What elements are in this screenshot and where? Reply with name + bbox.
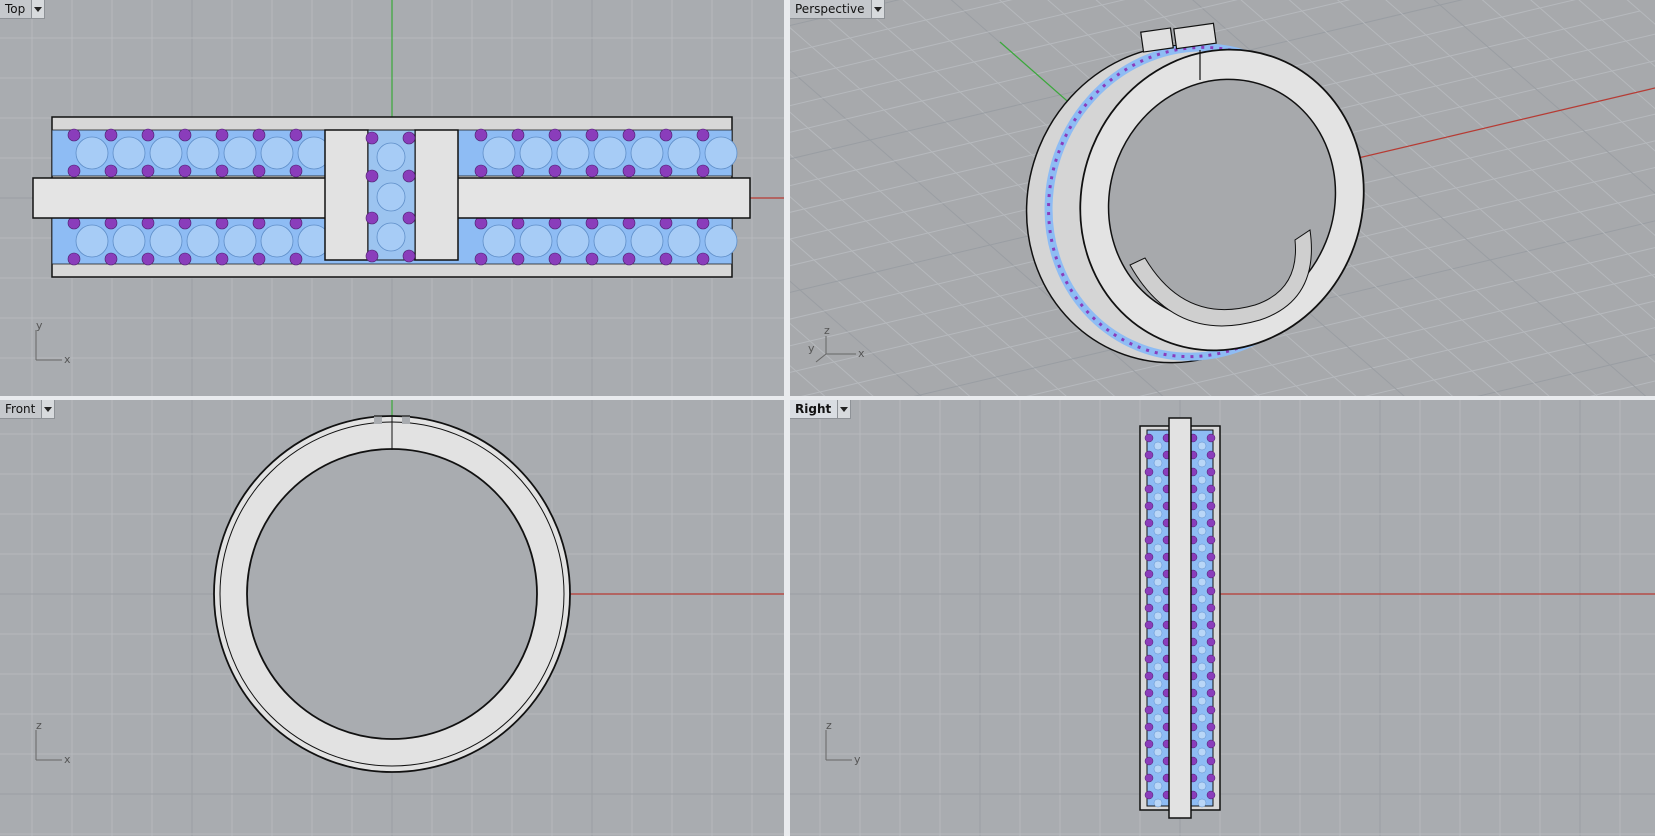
axis-label-v: z: [826, 719, 832, 732]
viewport-tab-right[interactable]: Right: [790, 400, 852, 419]
chevron-down-icon[interactable]: [31, 0, 45, 18]
ring-right-view[interactable]: [1139, 417, 1221, 819]
axis-label-3: y: [808, 342, 815, 355]
construction-grid: [790, 400, 1655, 836]
viewport-scene[interactable]: [0, 0, 784, 396]
ring-top-view[interactable]: [32, 116, 751, 278]
viewport-scene[interactable]: [790, 400, 1655, 836]
viewport-title: Perspective: [795, 2, 865, 16]
viewport-right[interactable]: Right z y: [790, 400, 1655, 836]
viewport-title: Top: [5, 2, 26, 16]
viewport-title: Right: [795, 402, 832, 416]
viewport-perspective[interactable]: Perspective z x y: [790, 0, 1655, 396]
viewport-top[interactable]: Top y x: [0, 0, 784, 396]
viewport-scene[interactable]: [790, 0, 1655, 396]
axis-widget-icon: y x: [35, 319, 71, 366]
axis-label-v: z: [824, 324, 830, 337]
ring-front-view[interactable]: [213, 414, 571, 773]
axis-label-h: x: [64, 753, 71, 766]
viewport-layout: Top y x Perspective z x y Front z x Righ…: [0, 0, 1655, 836]
chevron-down-icon[interactable]: [41, 400, 55, 418]
chevron-down-icon[interactable]: [870, 0, 884, 18]
viewport-tab-perspective[interactable]: Perspective: [790, 0, 885, 19]
axis-label-h: y: [854, 753, 861, 766]
ring-perspective-view[interactable]: [979, 0, 1409, 396]
axis-label-h: x: [858, 347, 865, 360]
viewport-tab-top[interactable]: Top: [0, 0, 46, 19]
axis-widget-icon: z x: [35, 719, 71, 766]
chevron-down-icon[interactable]: [837, 400, 851, 418]
axis-widget-icon: z x y: [808, 324, 865, 363]
axis-widget-icon: z y: [825, 719, 861, 766]
axis-label-v: y: [36, 319, 43, 332]
axis-label-v: z: [36, 719, 42, 732]
viewport-title: Front: [5, 402, 36, 416]
viewport-scene[interactable]: [0, 400, 784, 836]
viewport-front[interactable]: Front z x: [0, 400, 784, 836]
axis-label-h: x: [64, 353, 71, 366]
viewport-tab-front[interactable]: Front: [0, 400, 56, 419]
